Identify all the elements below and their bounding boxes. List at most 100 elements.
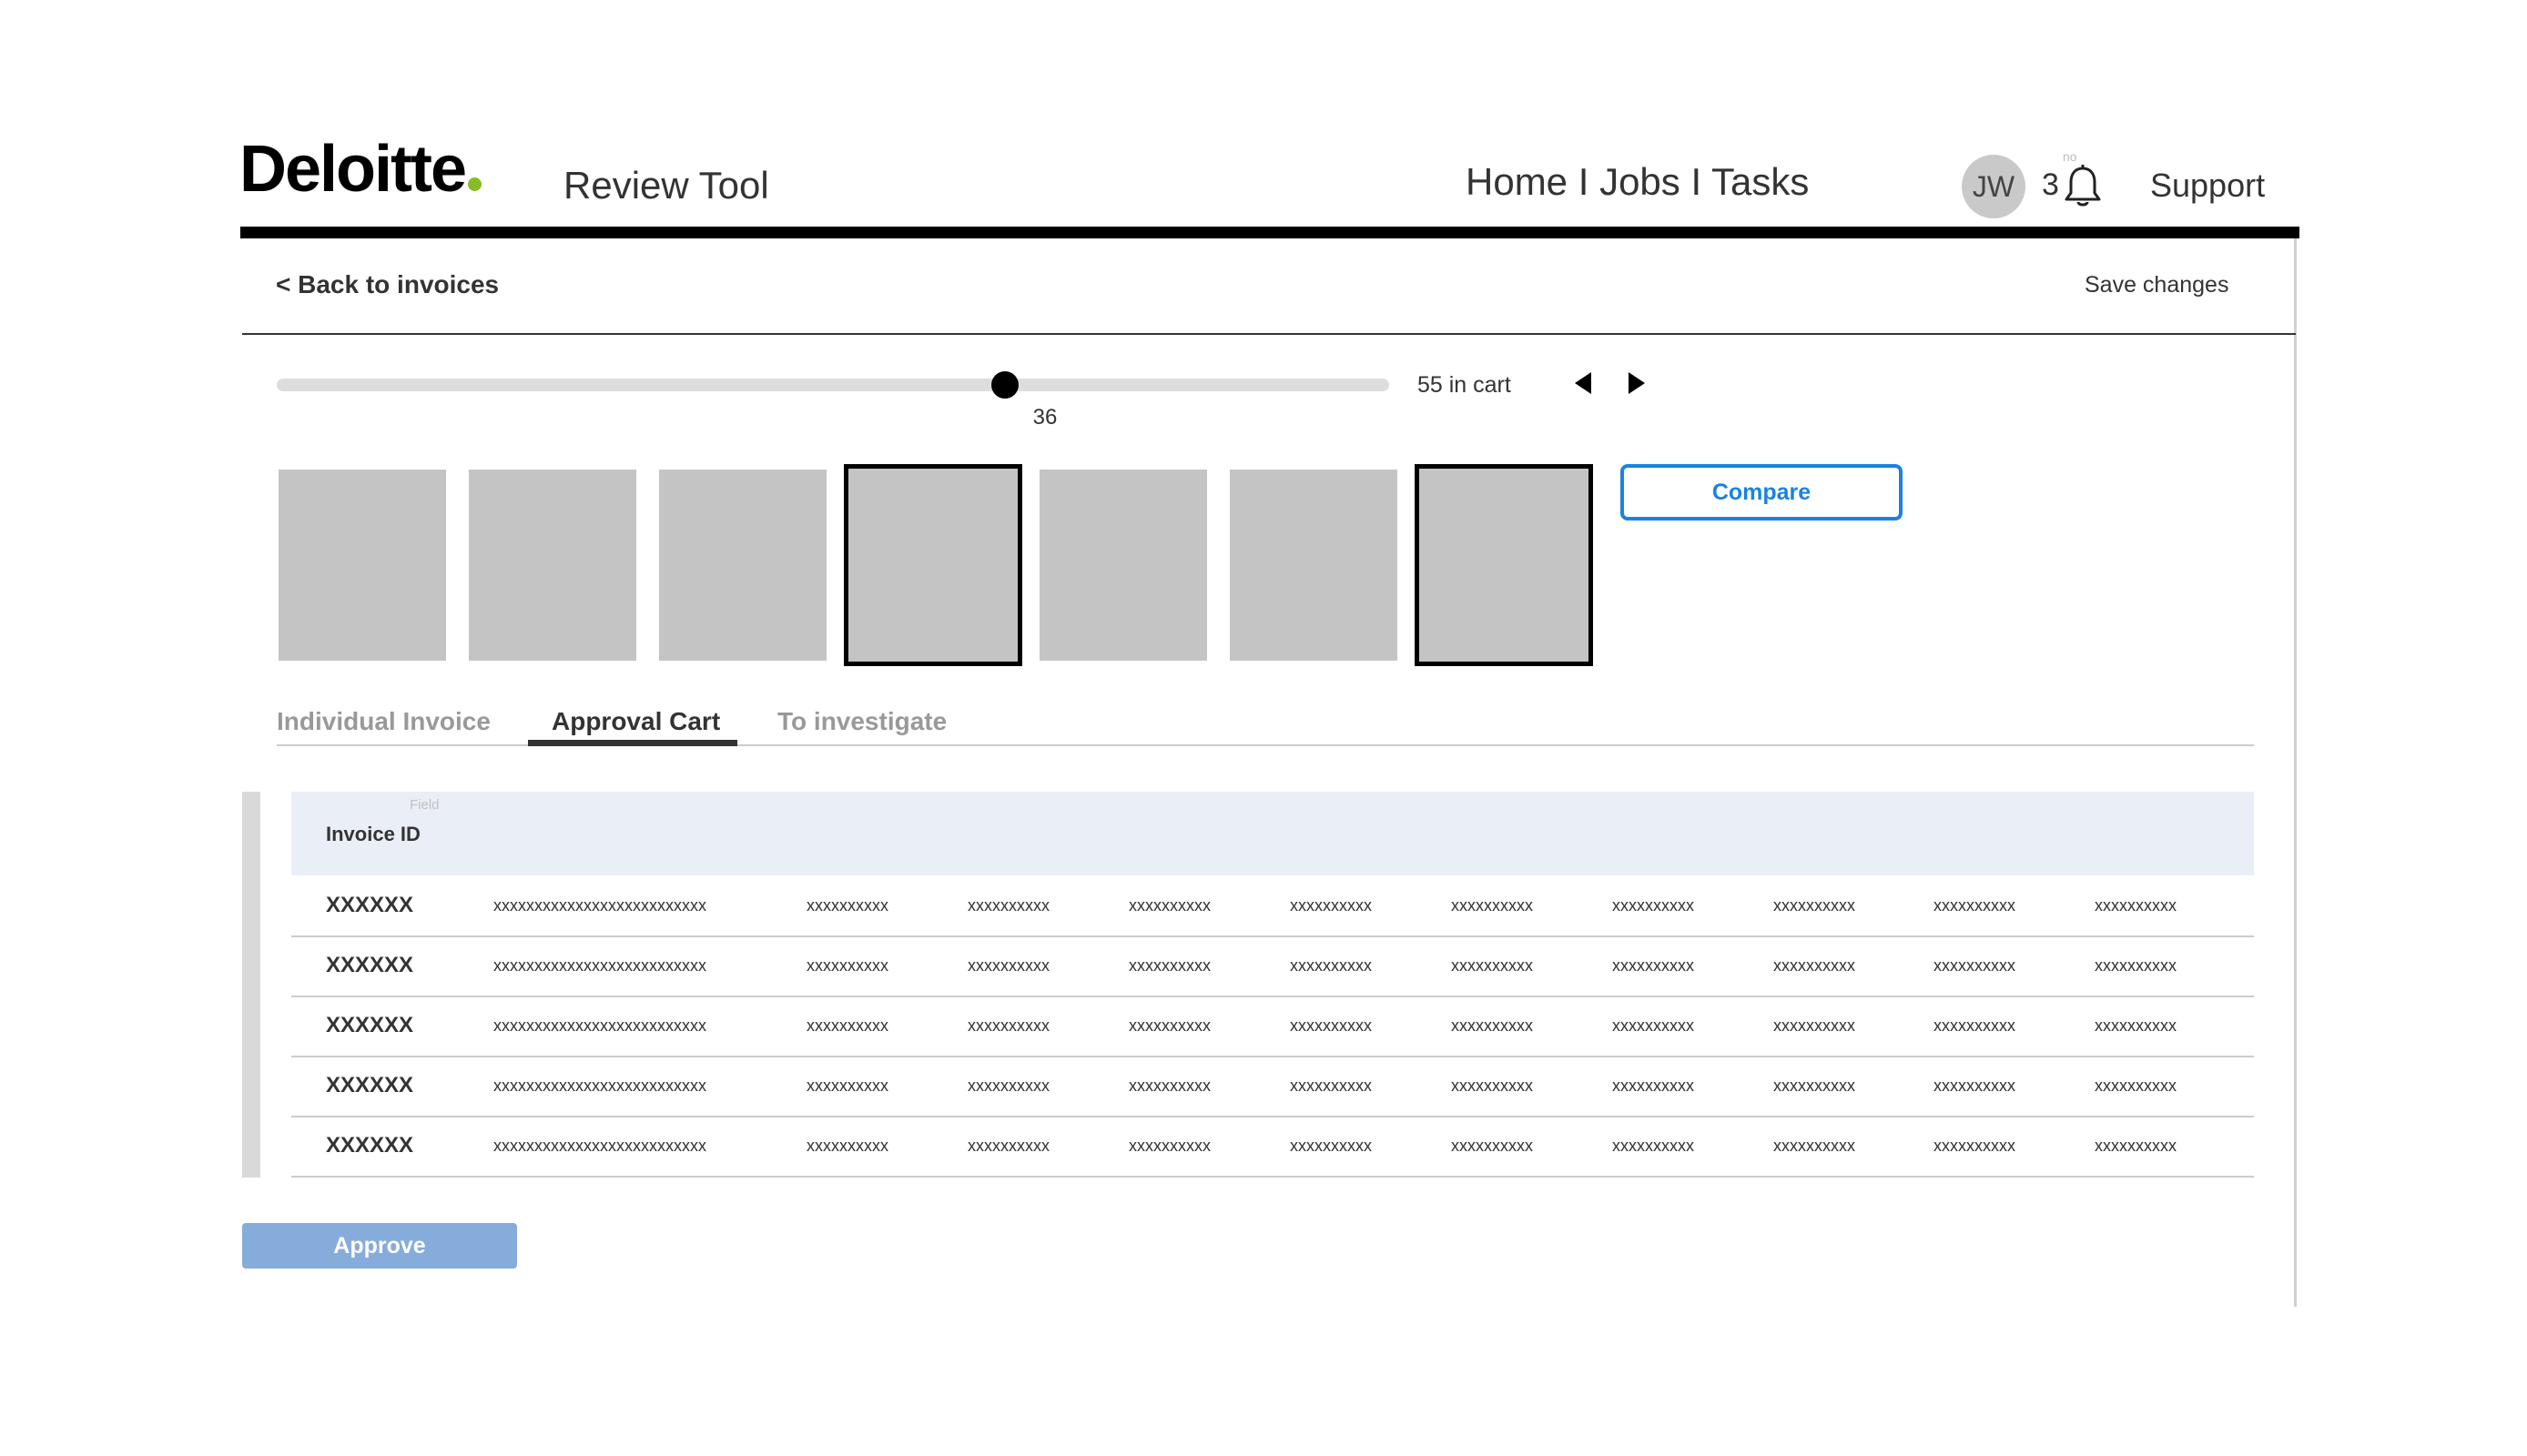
table-cell: xxxxxxxxxx (1451, 896, 1533, 915)
table-cell: xxxxxxxxxx (968, 956, 1050, 975)
invoice-id-cell: XXXXXX (326, 1013, 414, 1037)
table-cell: xxxxxxxxxx (1933, 1137, 2015, 1155)
compare-button[interactable]: Compare (1620, 464, 1903, 521)
caret-right-icon[interactable] (1629, 372, 1645, 394)
logo-green-dot (468, 177, 482, 191)
table-cell: xxxxxxxxxx (2095, 956, 2177, 975)
table-cell: xxxxxxxxxxxxxxxxxxxxxxxxxx (493, 1077, 706, 1095)
deloitte-logo: Deloitte (239, 136, 482, 202)
app-title: Review Tool (563, 164, 769, 207)
table-cell: xxxxxxxxxx (1451, 1016, 1533, 1035)
table-cell: xxxxxxxxxxxxxxxxxxxxxxxxxx (493, 1016, 706, 1035)
user-avatar[interactable]: JW (1962, 155, 2025, 218)
header-divider-bar (240, 227, 2299, 238)
invoice-thumbnail[interactable] (659, 470, 827, 661)
table-row[interactable]: XXXXXX xxxxxxxxxxxxxxxxxxxxxxxxxx xxxxxxxx… (291, 996, 2254, 1057)
table-cell: xxxxxxxxxx (1612, 956, 1694, 975)
invoice-thumbnail[interactable] (844, 464, 1022, 666)
table-cell: xxxxxxxxxx (1612, 896, 1694, 915)
table-cell: xxxxxxxxxx (1612, 1016, 1694, 1035)
table-cell: xxxxxxxxxx (1612, 1137, 1694, 1155)
table-cell: xxxxxxxxxx (1451, 956, 1533, 975)
nav-separator: I (1578, 160, 1589, 203)
table-cell: xxxxxxxxxx (1290, 956, 1372, 975)
table-row[interactable]: XXXXXX xxxxxxxxxxxxxxxxxxxxxxxxxx xxxxxxxx… (291, 875, 2254, 937)
active-tab-indicator (528, 740, 737, 746)
support-link[interactable]: Support (2150, 167, 2265, 205)
table-cell: xxxxxxxxxx (1933, 896, 2015, 915)
notification-count: 3 (2042, 167, 2059, 202)
table-cell: xxxxxxxxxxxxxxxxxxxxxxxxxx (493, 896, 706, 915)
table-cell: xxxxxxxxxx (807, 956, 888, 975)
table-cell: xxxxxxxxxx (2095, 1016, 2177, 1035)
table-cell: xxxxxxxxxx (1451, 1077, 1533, 1095)
table-cell: xxxxxxxxxx (1290, 1016, 1372, 1035)
nav-home[interactable]: Home (1466, 160, 1568, 203)
table-cell: xxxxxxxxxx (2095, 1137, 2177, 1155)
table-cell: xxxxxxxxxx (1773, 1016, 1855, 1035)
notification-tiny-label: no (2063, 149, 2077, 164)
table-cell: xxxxxxxxxx (1129, 956, 1211, 975)
table-cell: xxxxxxxxxx (968, 1137, 1050, 1155)
invoice-thumbnail[interactable] (1415, 464, 1593, 666)
invoice-thumbnail[interactable] (469, 470, 636, 661)
table-cell: xxxxxxxxxx (2095, 896, 2177, 915)
table-cell: xxxxxxxxxx (1129, 1077, 1211, 1095)
table-header (291, 792, 2254, 875)
invoice-thumbnail[interactable] (1040, 470, 1207, 661)
table-cell: xxxxxxxxxx (1933, 1016, 2015, 1035)
table-cell: xxxxxxxxxx (1290, 1077, 1372, 1095)
table-row[interactable]: XXXXXX xxxxxxxxxxxxxxxxxxxxxxxxxx xxxxxxxx… (291, 1056, 2254, 1117)
table-cell: xxxxxxxxxx (968, 1016, 1050, 1035)
table-cell: xxxxxxxxxx (1129, 1016, 1211, 1035)
invoice-thumbnail[interactable] (279, 470, 446, 661)
column-header-invoice-id[interactable]: Invoice ID (326, 823, 421, 846)
table-cell: xxxxxxxxxx (1129, 896, 1211, 915)
table-cell: xxxxxxxxxx (1290, 1137, 1372, 1155)
save-changes-button[interactable]: Save changes (2085, 272, 2228, 298)
table-cell: xxxxxxxxxx (1773, 896, 1855, 915)
bell-icon[interactable] (2062, 164, 2104, 209)
table-cell: xxxxxxxxxx (1773, 956, 1855, 975)
table-row[interactable]: XXXXXX xxxxxxxxxxxxxxxxxxxxxxxxxx xxxxxxxx… (291, 935, 2254, 997)
invoice-slider-track[interactable] (277, 379, 1389, 391)
tab-individual-invoice[interactable]: Individual Invoice (277, 707, 491, 736)
table-row[interactable]: XXXXXX xxxxxxxxxxxxxxxxxxxxxxxxxx xxxxxxxx… (291, 1116, 2254, 1178)
table-cell: xxxxxxxxxx (1933, 956, 2015, 975)
table-cell: xxxxxxxxxx (807, 1077, 888, 1095)
table-cell: xxxxxxxxxx (807, 1137, 888, 1155)
table-left-rail (242, 792, 260, 1178)
table-cell: xxxxxxxxxxxxxxxxxxxxxxxxxx (493, 956, 706, 975)
invoice-thumbnail[interactable] (1230, 470, 1397, 661)
invoice-id-cell: XXXXXX (326, 1073, 414, 1097)
main-nav: Home I Jobs I Tasks (1466, 160, 1809, 204)
header-field-label: Field (410, 797, 440, 813)
table-cell: xxxxxxxxxx (807, 896, 888, 915)
table-cell: xxxxxxxxxx (1773, 1077, 1855, 1095)
invoice-id-cell: XXXXXX (326, 893, 414, 917)
table-cell: xxxxxxxxxx (1451, 1137, 1533, 1155)
table-cell: xxxxxxxxxx (2095, 1077, 2177, 1095)
approve-button[interactable]: Approve (242, 1223, 517, 1269)
tab-approval-cart[interactable]: Approval Cart (552, 707, 720, 736)
invoice-id-cell: XXXXXX (326, 1133, 414, 1158)
table-cell: xxxxxxxxxxxxxxxxxxxxxxxxxx (493, 1137, 706, 1155)
invoice-id-cell: XXXXXX (326, 953, 414, 977)
cart-count: 55 in cart (1417, 372, 1511, 398)
nav-tasks[interactable]: Tasks (1711, 160, 1809, 203)
subheader-divider (242, 333, 2296, 335)
invoice-slider-thumb[interactable] (990, 371, 1019, 399)
table-cell: xxxxxxxxxx (1612, 1077, 1694, 1095)
tab-to-investigate[interactable]: To investigate (777, 707, 947, 736)
caret-left-icon[interactable] (1575, 372, 1591, 394)
table-cell: xxxxxxxxxx (807, 1016, 888, 1035)
table-cell: xxxxxxxxxx (1129, 1137, 1211, 1155)
table-cell: xxxxxxxxxx (968, 1077, 1050, 1095)
back-to-invoices-link[interactable]: < Back to invoices (276, 270, 499, 299)
nav-separator: I (1690, 160, 1702, 203)
content-right-border (2294, 238, 2297, 1307)
table-cell: xxxxxxxxxx (968, 896, 1050, 915)
table-cell: xxxxxxxxxx (1290, 896, 1372, 915)
nav-jobs[interactable]: Jobs (1599, 160, 1680, 203)
logo-text: Deloitte (239, 133, 467, 206)
